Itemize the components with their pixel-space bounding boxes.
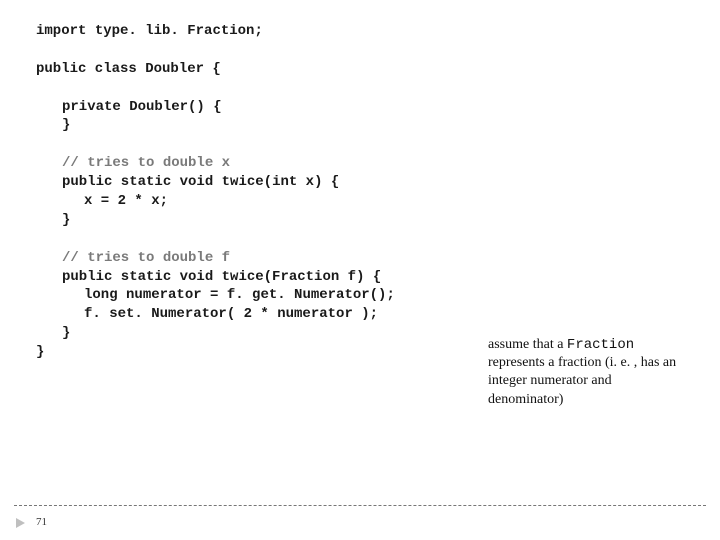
page-number: 71 [36, 516, 47, 528]
stmt: x = 2 * x; [84, 193, 168, 209]
ctor: Doubler() { [129, 99, 221, 115]
brace-close: } [62, 117, 70, 133]
stmt: numerator = f. get. Numerator(); [126, 287, 395, 303]
side-note: assume that a Fraction represents a frac… [488, 336, 688, 409]
divider [14, 505, 706, 506]
arrow-icon [16, 518, 25, 528]
brace-close: } [36, 344, 44, 360]
class-name: Doubler [145, 61, 204, 77]
param: x) { [306, 174, 340, 190]
kw-private: private [62, 99, 129, 115]
kw-import: import [36, 23, 86, 39]
note-text-2: represents a fraction (i. e. , has an in… [488, 355, 676, 406]
code-text: type. lib. Fraction; [86, 23, 262, 39]
comment: // tries to double x [62, 155, 230, 171]
brace-close: } [62, 212, 70, 228]
kw-psv: public static void [62, 174, 222, 190]
kw-long: long [84, 287, 126, 303]
kw-class: public class [36, 61, 145, 77]
code-block: import type. lib. Fraction; public class… [36, 22, 395, 362]
stmt: f. set. Numerator( 2 * numerator ); [84, 306, 378, 322]
note-text: assume that a [488, 337, 567, 352]
kw-psv: public static void [62, 269, 222, 285]
note-mono: Fraction [567, 337, 634, 353]
method: twice( [222, 174, 272, 190]
brace: { [204, 61, 221, 77]
kw-int: int [272, 174, 306, 190]
comment: // tries to double f [62, 250, 230, 266]
brace-close: } [62, 325, 70, 341]
method: twice(Fraction f) { [222, 269, 382, 285]
